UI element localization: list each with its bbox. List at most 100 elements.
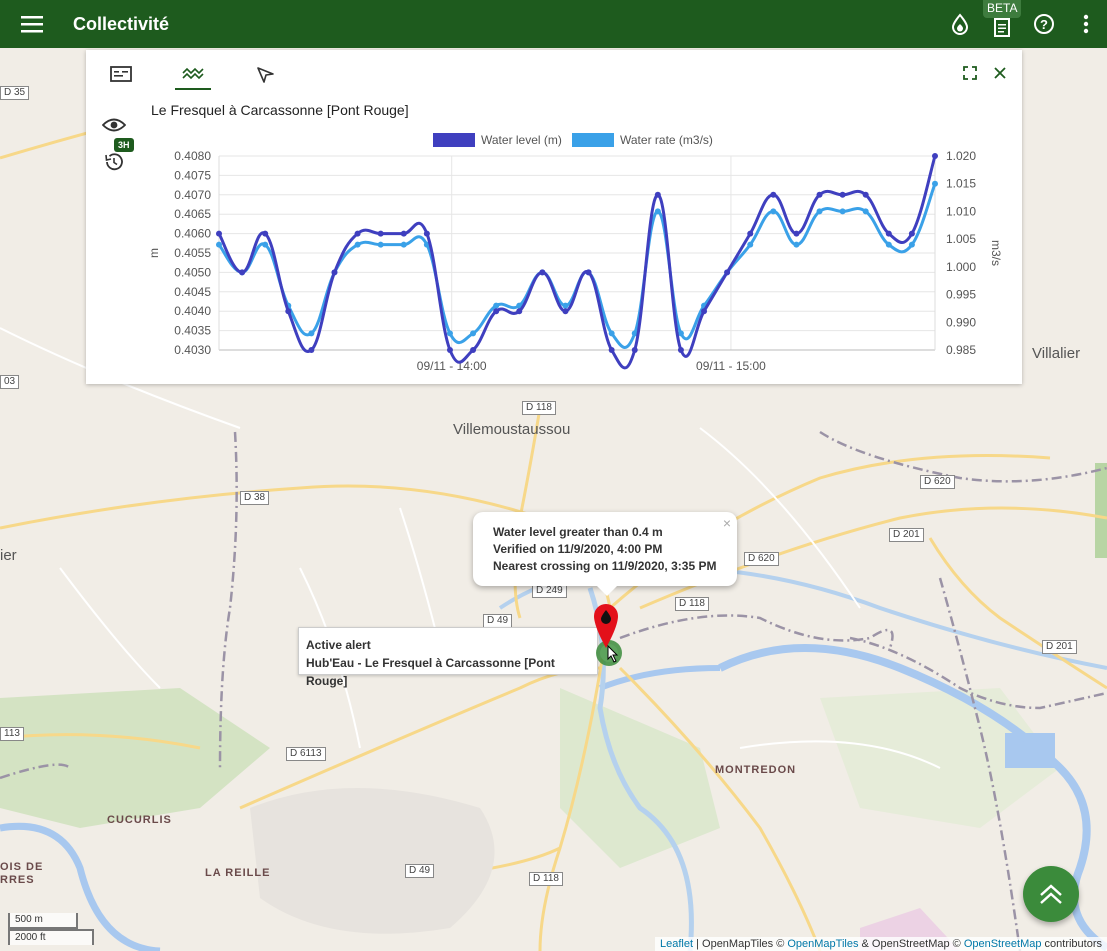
chart-panel: Le Fresquel à Carcassonne [Pont Rouge] 3… — [86, 50, 1022, 384]
data-point — [770, 191, 777, 198]
y-tick-left: 0.4040 — [174, 304, 211, 318]
data-point — [562, 302, 569, 309]
place-label: RRES — [0, 874, 35, 886]
leaflet-link[interactable]: Leaflet — [660, 938, 693, 950]
popup-line: Water level greater than 0.4 m — [493, 525, 663, 539]
data-point — [608, 330, 615, 337]
data-point — [470, 330, 477, 337]
report-icon — [994, 18, 1010, 37]
data-point — [677, 347, 684, 353]
y-tick-right: 1.005 — [946, 232, 976, 246]
data-point — [562, 308, 569, 315]
attribution: Leaflet | OpenMapTiles © OpenMapTiles & … — [655, 937, 1107, 951]
y-tick-right: 1.015 — [946, 177, 976, 191]
data-point — [308, 330, 315, 337]
y-tick-right: 1.020 — [946, 149, 976, 163]
more-button[interactable] — [1065, 0, 1107, 48]
data-point — [354, 241, 361, 248]
svg-text:?: ? — [1040, 17, 1048, 32]
data-point — [446, 330, 453, 337]
road-label: 113 — [0, 727, 24, 741]
y-tick-left: 0.4065 — [174, 207, 211, 221]
data-point — [816, 191, 823, 198]
data-point — [932, 180, 938, 187]
data-point — [216, 241, 222, 248]
data-point — [885, 241, 892, 248]
data-point — [285, 308, 292, 315]
data-point — [747, 241, 754, 248]
road-label: D 201 — [1042, 640, 1077, 654]
data-point — [423, 230, 430, 237]
road-label: D 38 — [240, 491, 270, 505]
popup-line: Verified on 11/9/2020, 4:00 PM — [493, 542, 663, 556]
data-point — [585, 269, 592, 276]
data-point — [377, 230, 384, 237]
road-label: D 49 — [405, 864, 435, 878]
legend-label: Water rate (m3/s) — [620, 133, 713, 147]
popup-close-button[interactable]: × — [723, 515, 731, 532]
place-label: ier — [0, 547, 17, 564]
water-chart: 0.4080 0.4075 0.4070 0.4065 0.4060 0.4055 0.40… — [147, 133, 1003, 373]
data-point — [908, 230, 915, 237]
road-label: D 6113 — [286, 747, 326, 761]
road-label: D 49 — [483, 614, 513, 628]
y-tick-right: 1.000 — [946, 260, 976, 274]
data-point — [239, 269, 246, 276]
legend-label: Water level (m) — [481, 133, 562, 147]
place-label: LA REILLE — [205, 867, 271, 879]
place-label: CUCURLIS — [107, 814, 172, 826]
x-tick: 09/11 - 14:00 — [417, 359, 487, 373]
data-point — [216, 230, 222, 237]
y-tick-right: 0.990 — [946, 315, 976, 329]
y-tick-left: 0.4070 — [174, 188, 211, 202]
alert-popup: × Water level greater than 0.4 m Verifie… — [473, 512, 737, 596]
place-label: Villalier — [1032, 345, 1081, 362]
road-label: D 249 — [532, 584, 567, 598]
more-vert-icon — [1083, 14, 1089, 34]
road-label: D 118 — [675, 597, 709, 611]
expand-up-button[interactable] — [1023, 866, 1079, 922]
help-button[interactable]: ? — [1023, 0, 1065, 48]
data-point — [400, 241, 407, 248]
data-point — [793, 241, 800, 248]
data-point — [470, 347, 477, 353]
place-label: MONTREDON — [715, 764, 797, 776]
alerts-button[interactable] — [939, 0, 981, 48]
data-point — [654, 191, 661, 198]
y-tick-left: 0.4055 — [174, 246, 211, 260]
legend-swatch — [433, 133, 475, 147]
data-point — [770, 208, 777, 215]
help-icon: ? — [1034, 14, 1054, 34]
y-axis-label-right: m3/s — [989, 240, 1003, 266]
place-label: Villemoustaussou — [453, 421, 571, 438]
data-point — [493, 308, 500, 315]
y-tick-left: 0.4080 — [174, 149, 211, 163]
data-point — [908, 241, 915, 248]
y-tick-right: 0.985 — [946, 343, 976, 357]
y-tick-left: 0.4035 — [174, 324, 211, 338]
scale-feet: 2000 ft — [8, 929, 94, 945]
station-marker[interactable] — [590, 602, 630, 679]
data-point — [839, 208, 846, 215]
data-point — [331, 269, 338, 276]
app-title: Collectivité — [73, 13, 170, 34]
data-point — [839, 191, 846, 198]
y-tick-right: 1.010 — [946, 204, 976, 218]
report-button[interactable]: BETA — [981, 0, 1023, 48]
data-point — [747, 230, 754, 237]
road-label: D 118 — [529, 872, 563, 886]
data-point — [724, 269, 731, 276]
data-point — [308, 347, 315, 353]
series-line — [217, 155, 937, 370]
openmaptiles-link[interactable]: OpenMapTiles — [787, 938, 858, 950]
attribution-text: & OpenStreetMap © — [858, 938, 964, 950]
water-drop-icon — [951, 13, 969, 35]
menu-button[interactable] — [0, 0, 64, 48]
y-axis-label-left: m — [147, 248, 161, 258]
hamburger-icon — [21, 16, 43, 33]
y-tick-left: 0.4045 — [174, 285, 211, 299]
openstreetmap-link[interactable]: OpenStreetMap — [964, 938, 1042, 950]
attribution-text: contributors — [1041, 938, 1102, 950]
data-point — [793, 230, 800, 237]
map-pin-icon — [594, 604, 622, 666]
